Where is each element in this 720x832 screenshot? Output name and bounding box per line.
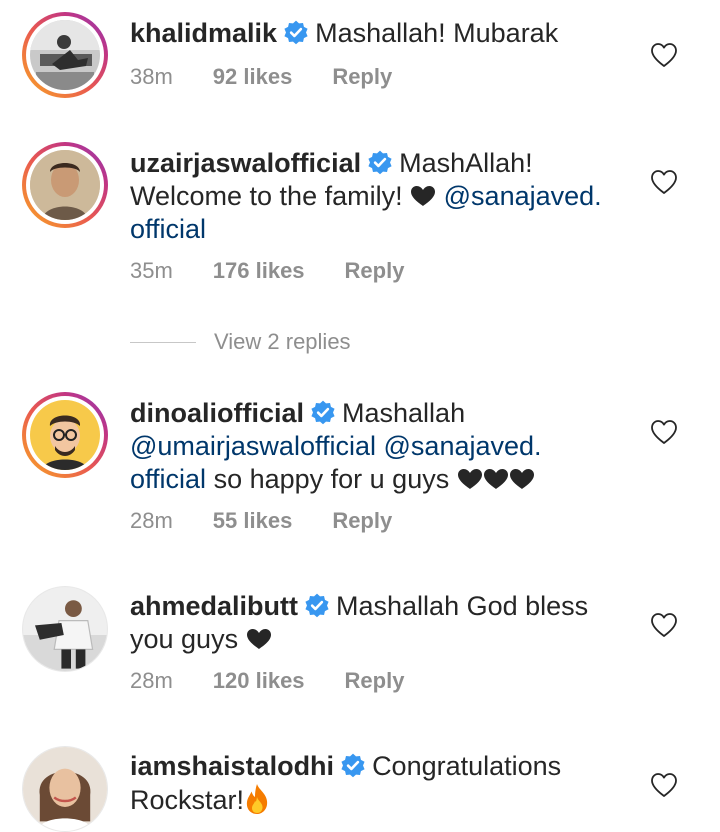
mention-link[interactable]: @sanajaved. (384, 431, 542, 461)
verified-badge-icon (340, 753, 366, 779)
heart-outline-icon[interactable] (650, 612, 678, 638)
heart-emoji (457, 468, 483, 490)
comment-text: ahmedalibutt Mashallah God bless you guys (130, 590, 630, 656)
heart-outline-icon[interactable] (650, 419, 678, 445)
avatar (23, 747, 107, 831)
likes-count[interactable]: 55 likes (213, 508, 293, 534)
verified-badge-icon (310, 400, 336, 426)
comment-meta: 28m 55 likes Reply (130, 508, 392, 534)
comment-body: Mashallah! Mubarak (315, 18, 559, 48)
verified-badge-icon (304, 593, 330, 619)
avatar-ring[interactable] (22, 12, 108, 98)
verified-badge-icon (283, 20, 309, 46)
likes-count[interactable]: 120 likes (213, 668, 305, 694)
comment-body: so happy for u guys (213, 464, 450, 494)
username[interactable]: ahmedalibutt (130, 591, 298, 621)
heart-emoji (410, 185, 436, 207)
avatar (30, 400, 100, 470)
divider (130, 341, 196, 343)
avatar (23, 587, 107, 671)
avatar (30, 20, 100, 90)
comment-meta: 28m 120 likes Reply (130, 668, 404, 694)
comment-text: iamshaistalodhi Congratulations Rockstar! (130, 750, 630, 817)
reply-button[interactable]: Reply (345, 668, 405, 694)
heart-emoji (246, 628, 272, 650)
timestamp: 35m (130, 258, 173, 283)
comment-body: Congratulations (372, 751, 562, 781)
heart-emoji (509, 468, 535, 490)
username[interactable]: khalidmalik (130, 18, 277, 48)
timestamp: 28m (130, 508, 173, 533)
heart-outline-icon[interactable] (650, 42, 678, 68)
heart-outline-icon[interactable] (650, 169, 678, 195)
reply-button[interactable]: Reply (332, 64, 392, 90)
fire-emoji (244, 783, 270, 815)
view-replies-button[interactable]: View 2 replies (130, 328, 351, 356)
comment-body: MashAllah! (399, 148, 533, 178)
username[interactable]: dinoaliofficial (130, 398, 304, 428)
avatar-ring[interactable] (22, 746, 108, 832)
username[interactable]: uzairjaswalofficial (130, 148, 361, 178)
likes-count[interactable]: 92 likes (213, 64, 293, 90)
heart-outline-icon[interactable] (650, 772, 678, 798)
comment-text: khalidmalik Mashallah! Mubarak (130, 17, 630, 50)
comment-text: dinoaliofficial Mashallah @umairjaswaloff… (130, 397, 630, 496)
mention-link[interactable]: @sanajaved. (444, 181, 602, 211)
mention-link[interactable]: official (130, 464, 206, 494)
likes-count[interactable]: 176 likes (213, 258, 305, 284)
reply-button[interactable]: Reply (332, 508, 392, 534)
comment-meta: 38m 92 likes Reply (130, 64, 392, 90)
verified-badge-icon (367, 150, 393, 176)
avatar-ring[interactable] (22, 142, 108, 228)
mention-link[interactable]: @umairjaswalofficial (130, 431, 376, 461)
avatar (30, 150, 100, 220)
heart-emoji (483, 468, 509, 490)
mention-link[interactable]: official (130, 214, 206, 244)
timestamp: 38m (130, 64, 173, 89)
username[interactable]: iamshaistalodhi (130, 751, 334, 781)
comment-meta: 35m 176 likes Reply (130, 258, 404, 284)
timestamp: 28m (130, 668, 173, 693)
reply-button[interactable]: Reply (345, 258, 405, 284)
view-replies-label[interactable]: View 2 replies (214, 329, 351, 355)
avatar-ring[interactable] (22, 586, 108, 672)
comment-body: you guys (130, 624, 239, 654)
comment-body: Welcome to the family! (130, 181, 403, 211)
comment-body: Rockstar! (130, 785, 245, 815)
comment-body: Mashallah (342, 398, 466, 428)
comment-text: uzairjaswalofficial MashAllah! Welcome to… (130, 147, 630, 246)
comment-body: Mashallah God bless (336, 591, 589, 621)
avatar-ring[interactable] (22, 392, 108, 478)
